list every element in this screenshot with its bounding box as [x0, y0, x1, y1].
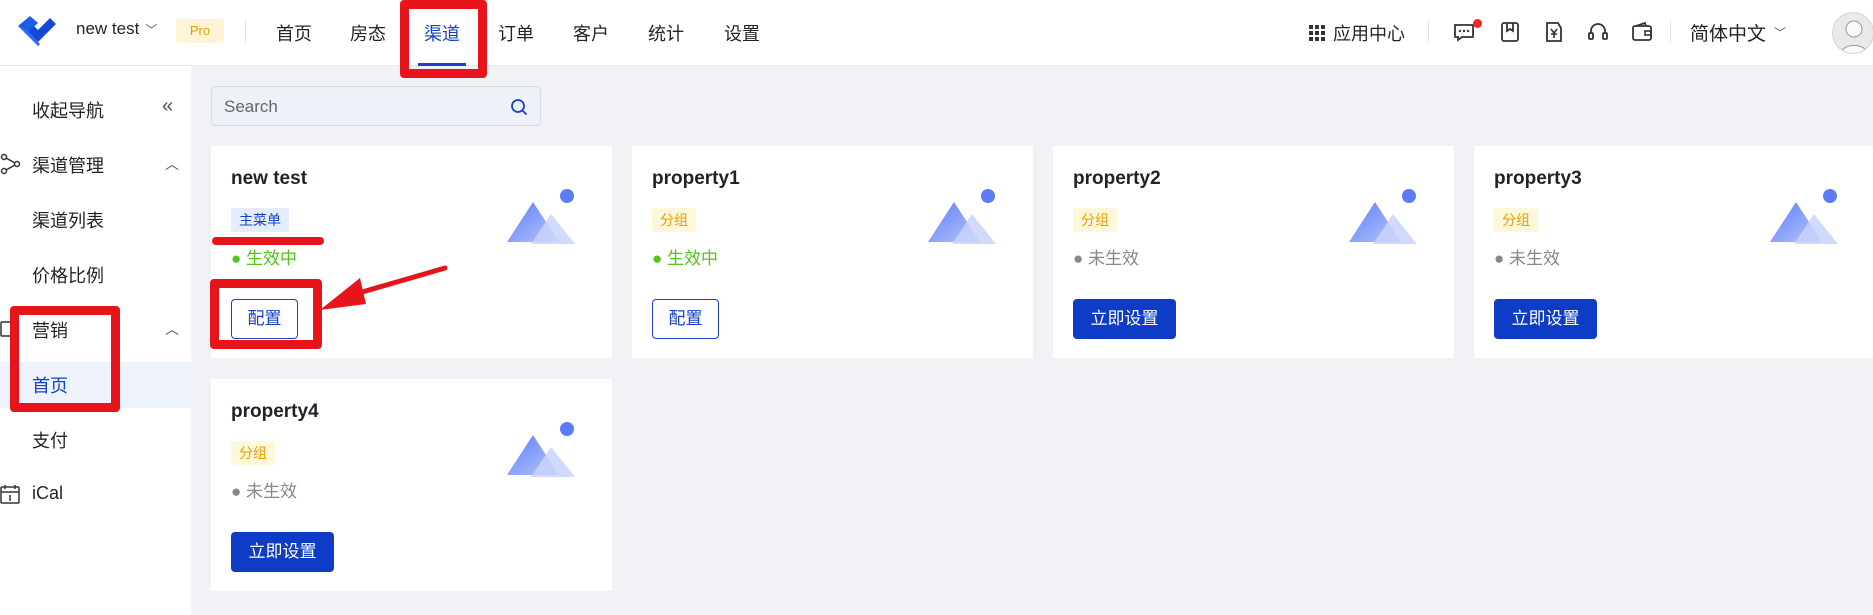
sidebar-group-ical[interactable]: iCal [32, 483, 63, 504]
nav-channel[interactable]: 渠道 [424, 20, 460, 46]
search-box [211, 86, 541, 126]
app-logo-icon[interactable] [14, 12, 60, 52]
card-status: ● 未生效 [1073, 249, 1139, 268]
chevron-down-icon: ﹀ [1774, 26, 1787, 40]
nav-settings[interactable]: 设置 [724, 20, 760, 46]
property-card: property4 分组 ● 未生效 立即设置 [211, 379, 612, 591]
nav-home[interactable]: 首页 [276, 20, 312, 46]
nav-active-indicator [418, 63, 466, 66]
search-icon[interactable] [510, 98, 528, 116]
language-selector[interactable]: 简体中文 ﹀ [1690, 19, 1786, 46]
wallet-icon[interactable] [1630, 20, 1654, 44]
property-card: new test 主菜单 ● 生效中 配置 [211, 146, 612, 358]
grid-icon [1309, 25, 1325, 41]
app-center-label: 应用中心 [1333, 24, 1405, 44]
nav-orders[interactable]: 订单 [498, 20, 534, 46]
card-tag: 分组 [652, 208, 696, 232]
calendar-icon [0, 483, 22, 505]
double-chevron-left-icon[interactable]: « [162, 95, 173, 118]
nav-statistics[interactable]: 统计 [648, 20, 684, 46]
sidebar-item-payment[interactable]: 支付 [32, 427, 68, 453]
nav-customers[interactable]: 客户 [573, 20, 609, 46]
card-status: ● 生效中 [652, 249, 718, 268]
setup-now-button[interactable]: 立即设置 [231, 532, 334, 572]
support-headset-icon[interactable] [1586, 20, 1610, 44]
sidebar-item-price-ratio[interactable]: 价格比例 [32, 262, 104, 288]
app-center-button[interactable]: 应用中心 [1309, 20, 1405, 46]
configure-button[interactable]: 配置 [231, 299, 298, 339]
divider [245, 20, 246, 42]
card-tag: 分组 [231, 441, 275, 465]
image-placeholder-icon [924, 186, 1004, 256]
collapse-nav-label[interactable]: 收起导航 [32, 97, 104, 123]
sidebar-group-marketing[interactable]: 营销 [32, 317, 68, 343]
search-input[interactable] [224, 95, 504, 119]
billing-icon[interactable] [1542, 20, 1566, 44]
card-status: ● 未生效 [231, 482, 297, 501]
card-title: property3 [1494, 168, 1582, 189]
channel-tree-icon [0, 153, 22, 175]
divider [1670, 20, 1671, 42]
card-tag: 分组 [1073, 208, 1117, 232]
card-title: property1 [652, 168, 740, 189]
project-name: new test [76, 19, 140, 38]
marketing-icon [0, 318, 22, 340]
sidebar-item-channel-list[interactable]: 渠道列表 [32, 207, 104, 233]
pro-badge: Pro [176, 19, 224, 43]
sidebar: 收起导航 « 渠道管理 ︿ 渠道列表 价格比例 营销 ︿ 首页 支付 iCal [0, 66, 191, 615]
bookmark-icon[interactable] [1498, 20, 1522, 44]
card-title: new test [231, 168, 308, 189]
chevron-up-icon[interactable]: ︿ [165, 319, 179, 339]
project-switcher[interactable]: new test ﹀ [76, 19, 157, 39]
sidebar-group-channel-management[interactable]: 渠道管理 [32, 152, 104, 178]
property-card: property3 分组 ● 未生效 立即设置 [1474, 146, 1873, 358]
avatar[interactable] [1832, 12, 1873, 54]
top-bar: new test ﹀ Pro 首页 房态 渠道 订单 客户 统计 设置 应用中心… [0, 0, 1873, 66]
chevron-down-icon: ﹀ [145, 22, 158, 37]
image-placeholder-icon [1345, 186, 1425, 256]
notification-dot [1473, 19, 1482, 28]
card-tag: 分组 [1494, 208, 1538, 232]
image-placeholder-icon [503, 419, 583, 489]
card-status: ● 未生效 [1494, 249, 1560, 268]
language-label: 简体中文 [1690, 24, 1767, 45]
configure-button[interactable]: 配置 [652, 299, 719, 339]
card-title: property2 [1073, 168, 1161, 189]
setup-now-button[interactable]: 立即设置 [1494, 299, 1597, 339]
chevron-up-icon[interactable]: ︿ [165, 154, 179, 174]
image-placeholder-icon [1766, 186, 1846, 256]
card-title: property4 [231, 401, 319, 422]
card-status: ● 生效中 [231, 249, 297, 268]
image-placeholder-icon [503, 186, 583, 256]
property-card: property1 分组 ● 生效中 配置 [632, 146, 1033, 358]
sidebar-active-highlight [0, 362, 191, 408]
setup-now-button[interactable]: 立即设置 [1073, 299, 1176, 339]
nav-room-status[interactable]: 房态 [350, 20, 386, 46]
property-card: property2 分组 ● 未生效 立即设置 [1053, 146, 1454, 358]
card-tag: 主菜单 [231, 208, 289, 232]
divider [1428, 20, 1429, 42]
sidebar-item-home[interactable]: 首页 [32, 372, 68, 398]
